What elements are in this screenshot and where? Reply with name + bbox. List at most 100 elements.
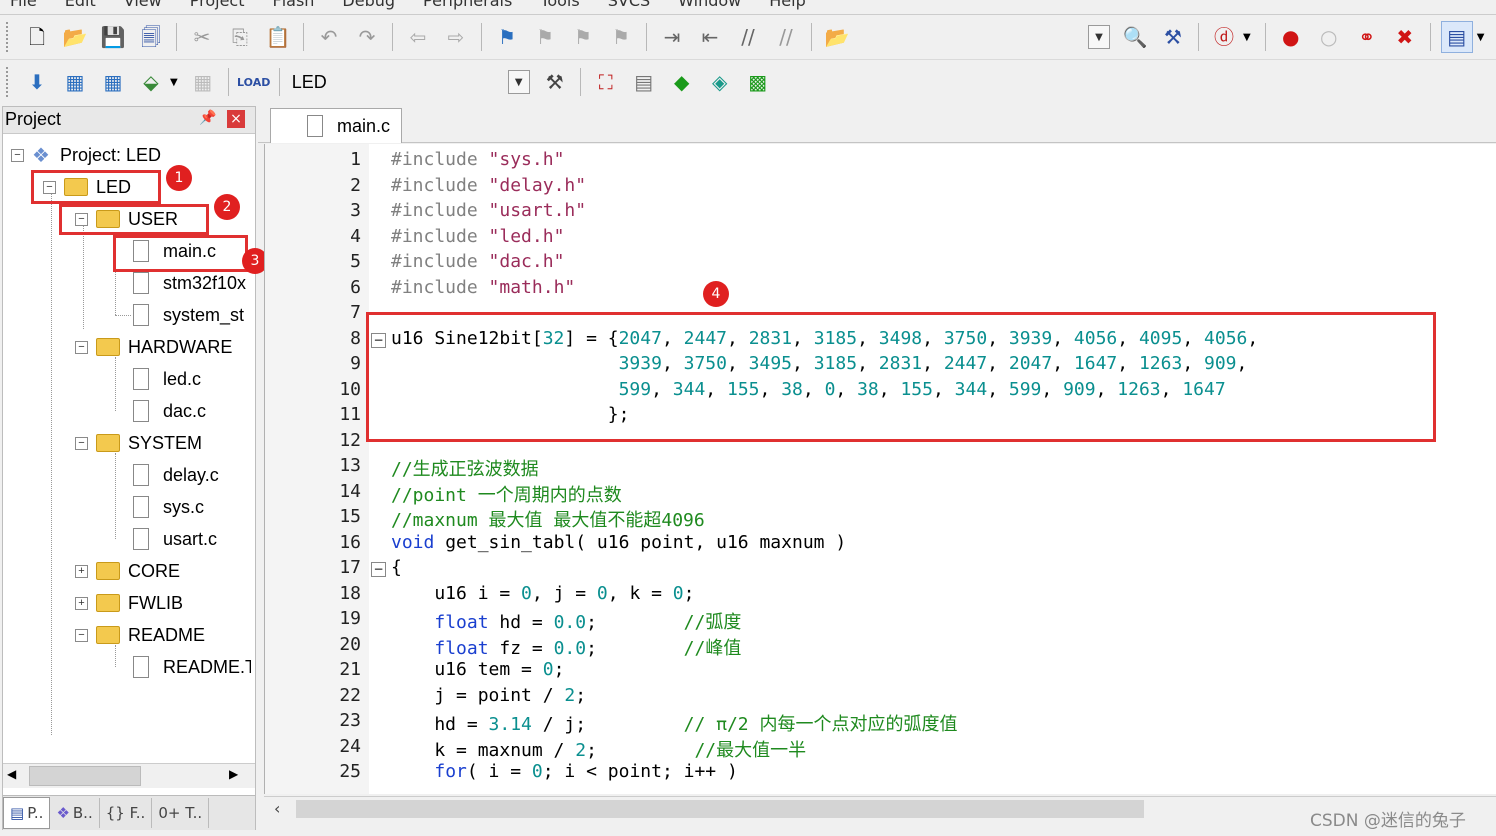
debug-dropdown-arrow[interactable]: ▼ [1243,32,1251,43]
expand-toggle[interactable]: + [75,564,88,578]
tree-item-group-hardware[interactable]: − HARDWARE [75,332,232,362]
tree-item-file[interactable]: dac.c [133,396,206,426]
tab-templates[interactable]: 0+ T.. [152,798,210,828]
find-icon[interactable]: 🔍 [1120,22,1150,52]
menu-tools[interactable]: Tools [540,0,579,10]
copy-icon[interactable]: ⎘ [225,22,255,52]
rebuild-icon[interactable]: ▦ [98,67,128,97]
stop-build-icon[interactable]: ▦ [188,67,218,97]
indent-icon[interactable]: ⇥ [657,22,687,52]
download-load-icon[interactable]: LOAD [237,67,270,97]
panel-horizontal-scrollbar[interactable]: ◀ ▶ [3,763,255,788]
tree-item-project[interactable]: − ❖ Project: LED [11,140,161,170]
menu-help[interactable]: Help [769,0,805,10]
tree-item-file[interactable]: README.T [133,652,251,682]
code-editor[interactable]: 1 2 3 4 5 6 7 8 9 10 11 12 13 14 15 16 1… [264,144,1496,794]
tab-project[interactable]: ▤ P.. [3,797,51,829]
project-panel-title: Project [5,109,62,129]
tree-item-file[interactable]: sys.c [133,492,204,522]
expand-toggle[interactable]: + [75,596,88,610]
line-number: 1 [350,149,361,170]
find-combo-dropdown[interactable]: ▼ [1088,25,1110,49]
close-icon[interactable]: × [227,110,245,128]
scroll-left-icon[interactable]: ‹ [274,799,280,818]
menu-project[interactable]: Project [190,0,245,10]
tree-item-file[interactable]: usart.c [133,524,217,554]
tree-item-file[interactable]: stm32f10x [133,268,251,298]
batch-dropdown-arrow[interactable]: ▼ [170,77,178,88]
tree-item-file[interactable]: system_st [133,300,251,330]
editor-tab-main-c[interactable]: main.c [270,108,402,143]
redo-icon[interactable]: ↷ [352,22,382,52]
tree-item-label: README.T [163,656,251,677]
save-icon[interactable]: 💾 [98,22,128,52]
disable-all-breakpoints-icon[interactable]: ⚭ [1352,22,1382,52]
navigate-forward-icon[interactable]: ⇨ [441,22,471,52]
incremental-find-icon[interactable]: ⚒ [1158,22,1188,52]
menu-file[interactable]: File [10,0,37,10]
tree-item-group-readme[interactable]: − README [75,620,205,650]
navigate-back-icon[interactable]: ⇦ [403,22,433,52]
line-number: 20 [339,634,361,655]
unindent-icon[interactable]: ⇤ [695,22,725,52]
clear-bookmarks-icon[interactable]: ⚑ [606,22,636,52]
target-select[interactable]: LED [286,69,502,95]
paste-icon[interactable]: 📋 [263,22,293,52]
target-dropdown-arrow[interactable]: ▼ [507,70,530,94]
menu-peripherals[interactable]: Peripherals [423,0,512,10]
pack-installer-icon[interactable]: ◈ [705,67,735,97]
scroll-right-icon[interactable]: ▶ [229,767,238,781]
collapse-toggle[interactable]: − [75,340,88,354]
bookmark-icon[interactable]: ⚑ [492,22,522,52]
tab-books[interactable]: ❖ B.. [50,798,100,828]
batch-build-icon[interactable]: ⬙ [136,67,166,97]
fold-toggle[interactable]: − [371,562,386,577]
tree-item-file[interactable]: delay.c [133,460,219,490]
open-folder-icon[interactable]: 📂 [60,22,90,52]
tab-functions[interactable]: {} F.. [100,798,153,828]
toolbar-grip[interactable] [6,22,12,52]
find-in-files-icon[interactable]: 📂 [822,22,852,52]
scroll-left-icon[interactable]: ◀ [7,767,16,781]
undo-icon[interactable]: ↶ [314,22,344,52]
manage-runtime-icon[interactable]: ◆ [667,67,697,97]
pin-icon[interactable]: 📌 [199,110,216,126]
new-file-icon[interactable]: 🗋 [22,22,52,52]
scroll-thumb[interactable] [29,766,141,786]
menu-svcs[interactable]: SVCS [608,0,650,10]
c-file-icon [133,496,149,518]
menu-edit[interactable]: Edit [65,0,96,10]
layout-dropdown-arrow[interactable]: ▼ [1477,32,1485,43]
collapse-toggle[interactable]: − [75,628,88,642]
menu-flash[interactable]: Flash [272,0,314,10]
separator [1264,23,1266,51]
comment-icon[interactable]: // [733,22,763,52]
translate-icon[interactable]: ⬇ [22,67,52,97]
scroll-thumb[interactable] [296,800,1144,818]
save-all-icon[interactable]: 🗐 [136,22,166,52]
tree-item-file[interactable]: led.c [133,364,201,394]
menu-window[interactable]: Window [678,0,741,10]
select-packs-icon[interactable]: ▤ [629,67,659,97]
tree-item-group-fwlib[interactable]: + FWLIB [75,588,183,618]
target-options-icon[interactable]: ⚒ [540,67,570,97]
disable-breakpoint-icon[interactable]: ○ [1314,22,1344,52]
manage-project-items-icon[interactable]: ⛶ [591,67,621,97]
collapse-toggle[interactable]: − [75,436,88,450]
tree-item-group-system[interactable]: − SYSTEM [75,428,202,458]
breakpoint-icon[interactable]: ● [1276,22,1306,52]
build-icon[interactable]: ▦ [60,67,90,97]
tree-item-group-core[interactable]: + CORE [75,556,180,586]
uncomment-icon[interactable]: // [771,22,801,52]
prev-bookmark-icon[interactable]: ⚑ [530,22,560,52]
next-bookmark-icon[interactable]: ⚑ [568,22,598,52]
software-packs-icon[interactable]: ▩ [743,67,773,97]
toolbar-grip[interactable] [6,67,12,97]
menu-view[interactable]: View [124,0,162,10]
kill-breakpoints-icon[interactable]: ✖ [1390,22,1420,52]
collapse-toggle[interactable]: − [11,148,24,162]
debug-session-icon[interactable]: ⓓ [1209,22,1239,52]
window-layout-icon[interactable]: ▤ [1440,21,1473,53]
menu-debug[interactable]: Debug [342,0,395,10]
cut-icon[interactable]: ✂ [187,22,217,52]
